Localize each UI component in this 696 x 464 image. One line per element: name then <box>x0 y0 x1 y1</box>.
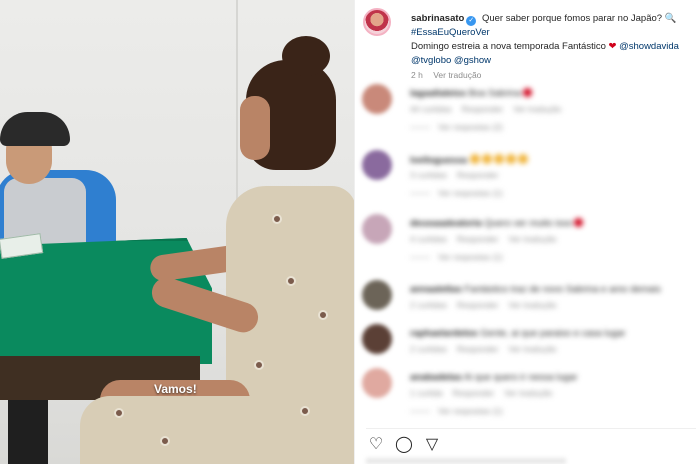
caption-text: Quer saber porque fomos parar no Japão? <box>481 13 663 24</box>
commenter-username[interactable]: anabadelas <box>410 372 462 383</box>
dress-grommet <box>114 408 124 418</box>
comment-item: lvelloguessa 3 curtidas Responder Ver resp… <box>362 150 692 206</box>
comment-body: Fantástico traz de novo Sabrina e amo de… <box>464 284 661 295</box>
comment-body: Quero ver muito isso <box>484 218 573 229</box>
view-replies-link[interactable]: Ver respostas (1) <box>410 252 503 262</box>
comment-likes: 4 curtidas <box>410 234 447 244</box>
post-media-video[interactable]: Vamos! <box>0 0 354 464</box>
commenter-username[interactable]: raphaelardelos <box>410 328 478 339</box>
comment-body: Gente, ai que paraiso e casa lugar <box>480 328 626 339</box>
man-figure-cap <box>0 112 70 146</box>
magnifier-emoji-icon: 🔍 <box>664 13 677 24</box>
emoji-icon <box>505 154 516 164</box>
comment-text: deusaaaleatoria Quero ver muito isso <box>410 218 584 229</box>
comment-reply[interactable]: Responder <box>457 344 499 354</box>
comment-meta: 1 curtida Responder Ver tradução <box>410 388 562 398</box>
comment-translate[interactable]: Ver tradução <box>508 234 556 244</box>
translate-link[interactable]: Ver tradução <box>433 70 481 80</box>
red-heart-emoji-icon: ❤ <box>608 41 617 52</box>
comment-translate[interactable]: Ver tradução <box>508 344 556 354</box>
comment-likes: 2 curtidas <box>410 300 447 310</box>
video-caption: Vamos! <box>154 382 197 396</box>
comment-reply[interactable]: Responder <box>453 388 495 398</box>
dress-grommet <box>272 214 282 224</box>
dress-grommet <box>286 276 296 286</box>
comment-translate[interactable]: Ver tradução <box>508 300 556 310</box>
post-caption: sabrinasato ✓ Quer saber porque fomos par… <box>411 12 696 68</box>
commenter-username[interactable]: annaaletlas <box>410 284 462 295</box>
comment-translate[interactable]: Ver tradução <box>513 104 561 114</box>
post-meta: 2 h Ver tradução <box>411 70 489 80</box>
comment-translate[interactable]: Ver tradução <box>504 388 552 398</box>
comment-text: raphaelardelos Gente, ai que paraiso e c… <box>410 328 625 339</box>
post-actions: ♡ ◯ ▽ <box>366 428 696 454</box>
comment-text: annaaletlas Fantástico traz de novo Sabr… <box>410 284 661 295</box>
comment-item: anabadelas Ai que quero ir nessa lugar 1 … <box>362 368 692 424</box>
comment-likes: 2 curtidas <box>410 344 447 354</box>
emoji-icon <box>493 154 504 164</box>
comment-reply[interactable]: Responder <box>457 234 499 244</box>
comment-likes: 3 curtidas <box>410 170 447 180</box>
comment-text: lvelloguessa <box>410 154 530 166</box>
comment-item: deusaaaleatoria Quero ver muito isso 4 cu… <box>362 214 692 270</box>
post-time: 2 h <box>411 70 423 80</box>
dress-grommet <box>318 310 328 320</box>
hashtag-link[interactable]: #EssaEuQueroVer <box>411 27 490 38</box>
dress-grommet <box>160 436 170 446</box>
woman-figure-skirt <box>80 396 354 464</box>
dress-grommet <box>254 360 264 370</box>
mention-showdavida[interactable]: @showdavida <box>619 41 679 52</box>
caption-line3: Domingo estreia a nova temporada Fantást… <box>411 41 606 52</box>
author-avatar[interactable] <box>363 8 391 36</box>
view-replies-link[interactable]: Ver respostas (1) <box>410 406 503 416</box>
commenter-username[interactable]: lagaallaleiss <box>410 88 466 99</box>
commenter-avatar[interactable] <box>362 150 392 180</box>
man-figure-legs <box>8 400 48 464</box>
emoji-icon <box>481 154 492 164</box>
comment-meta: 2 curtidas Responder Ver tradução <box>410 300 567 310</box>
author-username[interactable]: sabrinasato <box>411 13 464 24</box>
commenter-avatar[interactable] <box>362 368 392 398</box>
commenter-username[interactable]: lvelloguessa <box>410 155 467 166</box>
woman-figure-face <box>240 96 270 160</box>
comment-meta: 3 curtidas Responder <box>410 170 508 180</box>
comment-meta: 4 curtidas Responder Ver tradução <box>410 234 567 244</box>
commenter-avatar[interactable] <box>362 280 392 310</box>
comment-reply[interactable]: Responder <box>462 104 504 114</box>
comment-meta: 2 curtidas Responder Ver tradução <box>410 344 567 354</box>
comment-meta: 44 curtidas Responder Ver tradução <box>410 104 571 114</box>
heart-emoji-icon <box>522 88 532 97</box>
comment-likes: 44 curtidas <box>410 104 452 114</box>
share-icon[interactable]: ▽ <box>422 435 442 455</box>
emoji-icon <box>517 154 528 164</box>
mention-tvglobo[interactable]: @tvglobo <box>411 55 451 66</box>
commenter-avatar[interactable] <box>362 324 392 354</box>
commenter-avatar[interactable] <box>362 214 392 244</box>
commenter-avatar[interactable] <box>362 84 392 114</box>
comment-body: Ai que quero ir nessa lugar <box>463 372 578 383</box>
comment-text: anabadelas Ai que quero ir nessa lugar <box>410 372 577 383</box>
commenter-username[interactable]: deusaaaleatoria <box>410 218 482 229</box>
verified-badge-icon: ✓ <box>466 16 477 26</box>
comment-reply[interactable]: Responder <box>457 300 499 310</box>
view-replies-link[interactable]: Ver respostas (2) <box>410 122 503 132</box>
comment-text: lagaallaleiss Boa Sabrina <box>410 88 532 99</box>
heart-emoji-icon <box>574 218 584 227</box>
comment-body: Boa Sabrina <box>468 88 521 99</box>
comment-icon[interactable]: ◯ <box>394 435 414 455</box>
comment-reply[interactable]: Responder <box>457 170 499 180</box>
view-replies-link[interactable]: Ver respostas (1) <box>410 188 503 198</box>
dress-grommet <box>300 406 310 416</box>
comment-likes: 1 curtida <box>410 388 443 398</box>
heart-icon[interactable]: ♡ <box>366 435 386 455</box>
mention-gshow[interactable]: @gshow <box>454 55 491 66</box>
comment-item: lagaallaleiss Boa Sabrina 44 curtidas Resp… <box>362 84 692 140</box>
emoji-icon <box>469 154 480 164</box>
woman-figure-bun <box>282 36 330 76</box>
likes-summary-blurred <box>366 458 566 464</box>
